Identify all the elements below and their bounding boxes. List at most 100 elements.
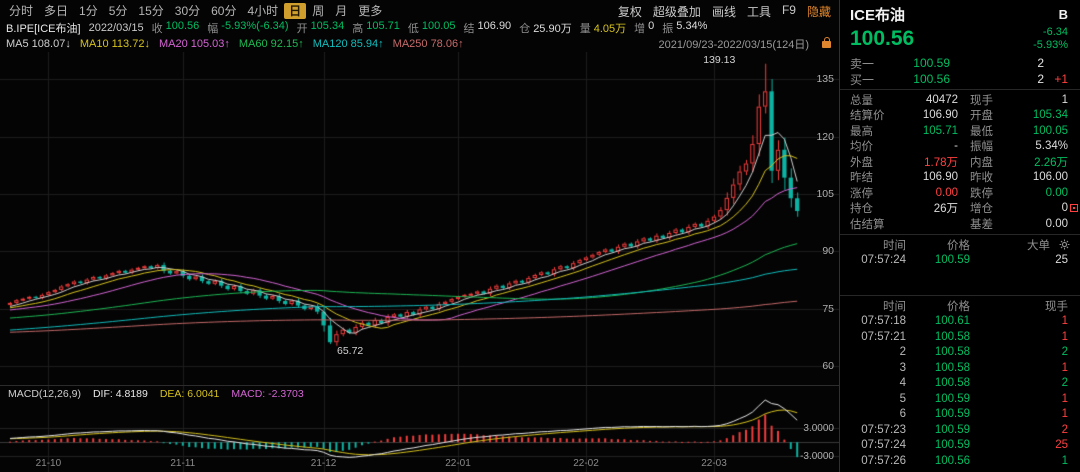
tick-row: 07:57:23 100.59 2	[840, 422, 1080, 438]
ma-item: MA20 105.03↑	[158, 38, 230, 50]
stat-label: 涨停	[850, 187, 873, 200]
tick-price: 100.59	[934, 439, 970, 452]
field-value: 4.05万	[593, 23, 627, 35]
ma-item: MA5 108.07↓	[6, 38, 71, 50]
mini-chart-icon[interactable]	[1070, 203, 1078, 212]
price-axis-label: 105	[816, 188, 834, 201]
tick-price: 100.61	[934, 315, 970, 328]
stat-label: 均价	[850, 141, 873, 154]
tick-row: 07:57:21 100.58 1	[840, 329, 1080, 345]
tool-工具[interactable]: 工具	[747, 3, 771, 20]
stat-label: 增仓	[970, 203, 993, 216]
field-value: 100.56	[165, 20, 200, 32]
tick-list[interactable]: 07:57:18 100.61 1 07:57:21 100.58 1 2 100.58 2 3 1…	[840, 314, 1080, 472]
lock-icon[interactable]	[822, 36, 831, 48]
big-order-rows: 07:57:24 100.59 25	[840, 253, 1080, 293]
trading-app: 分时 多日 1分 5分 15分 30分 60分 4小时日周月更多 复权 超级叠加 画线 工具 F9 隐藏…	[0, 0, 1080, 472]
quote-panel: ICE布油 B 100.56 -6.34 -5.93% 卖一 100.59 2 买一 1…	[840, 0, 1080, 472]
period-tab-周[interactable]: 周	[307, 3, 329, 19]
big-order-row: 07:57:24 100.59 25	[840, 253, 1080, 269]
ma-item: MA60 92.15↑	[238, 38, 304, 50]
infobar: B.IPE[ICE布油] 2022/03/15 收 100.56 幅 -5.93%(-…	[0, 20, 839, 36]
toolbar: 分时 多日 1分 5分 15分 30分 60分 4小时日周月更多 复权 超级叠加 画线 工具 F9 隐藏	[0, 0, 839, 20]
stat-value: -	[954, 140, 958, 153]
price-chart-canvas[interactable]	[0, 52, 839, 385]
ma-item: MA120 85.94↑	[312, 38, 384, 50]
stat-label: 外盘	[850, 156, 873, 169]
tool-超级叠加[interactable]: 超级叠加	[653, 3, 701, 20]
stat-value: 106.90	[922, 171, 958, 184]
period-tab-5分[interactable]: 5分	[104, 3, 133, 19]
tick-lots: 2	[1061, 346, 1068, 359]
panel-price-block: 100.56 -6.34 -5.93%	[840, 25, 1080, 55]
period-tab-多日[interactable]: 多日	[39, 3, 73, 19]
field-label: 仓	[519, 23, 531, 35]
quote-delta: +1	[1054, 72, 1068, 86]
tick-row: 2 100.58 2	[840, 345, 1080, 361]
date-range: 2021/09/23-2022/03/15(124日)	[658, 39, 809, 51]
period-tab-4小时[interactable]: 4小时	[242, 3, 283, 19]
period-tab-分时[interactable]: 分时	[4, 3, 38, 19]
tool-复权[interactable]: 复权	[618, 3, 642, 20]
stat-row: 外盘 1.78万 内盘 2.26万	[840, 154, 1080, 170]
field-label: 高	[352, 23, 364, 35]
ma-row: MA5 108.07↓ MA10 113.72↓ MA20 105.03↑ MA60 …	[0, 36, 839, 52]
price-change: -6.34 -5.93%	[1033, 26, 1068, 52]
tick-price: 100.59	[934, 423, 970, 436]
tick-lots: 1	[1061, 392, 1068, 405]
period-tab-30分[interactable]: 30分	[170, 3, 205, 19]
price-axis-label: 75	[822, 302, 834, 315]
field-value: -5.93%(-6.34)	[221, 20, 289, 32]
time-axis-label: 21-12	[310, 458, 337, 469]
divider	[840, 233, 1080, 235]
period-tab-1分[interactable]: 1分	[74, 3, 103, 19]
period-tab-60分[interactable]: 60分	[206, 3, 241, 19]
stat-value: 1.78万	[924, 156, 958, 169]
stat-rows: 总量 40472 现手 1 结算价 106.90 开盘 105.34 最高 105.71 最低 100…	[840, 92, 1080, 232]
period-tab-日[interactable]: 日	[284, 3, 307, 19]
tick-price: 100.59	[934, 392, 970, 405]
macd-dif-value: DIF: 4.8189	[92, 388, 148, 400]
time-axis-label: 21-11	[170, 458, 196, 469]
stat-label: 最低	[970, 125, 993, 138]
tick-lots: 1	[1061, 330, 1068, 343]
period-tab-月[interactable]: 月	[330, 3, 352, 19]
stat-label: 总量	[850, 94, 873, 107]
stat-row: 均价 - 振幅 5.34%	[840, 139, 1080, 155]
stat-row: 估结算 基差 0.00	[840, 216, 1080, 232]
ohlc-field: 仓 25.90万	[519, 20, 572, 36]
tool-F9[interactable]: F9	[782, 3, 796, 20]
quote-label: 卖一	[850, 56, 875, 71]
stat-row: 昨结 106.90 昨收 106.00	[840, 170, 1080, 186]
settings-gear-icon[interactable]	[1059, 239, 1070, 250]
stat-value: 0	[1061, 202, 1068, 215]
stat-value: 105.34	[1032, 109, 1068, 122]
tick-row: 3 100.58 1	[840, 360, 1080, 376]
ohlc-field: 低 100.05	[408, 20, 456, 36]
stat-row: 总量 40472 现手 1	[840, 92, 1080, 108]
period-tab-更多[interactable]: 更多	[353, 3, 387, 19]
tick-row: 4 100.58 2	[840, 376, 1080, 392]
period-tab-15分[interactable]: 15分	[133, 3, 168, 19]
time-axis-label: 21-10	[35, 458, 62, 469]
tool-画线[interactable]: 画线	[712, 3, 736, 20]
field-value: 100.05	[421, 20, 456, 32]
tick-lots: 1	[1061, 454, 1068, 467]
tick-time: 5	[899, 392, 906, 405]
tick-price: 100.58	[934, 330, 970, 343]
ohlc-field: 开 105.34	[297, 20, 345, 36]
ohlc-field: 振 5.34%	[662, 20, 707, 36]
stat-value: 0.00	[1045, 217, 1068, 230]
price-axis-label: 90	[822, 245, 834, 258]
time-axis-label: 22-03	[701, 458, 727, 469]
tick-time: 07:57:23	[861, 423, 906, 436]
ask-row: 卖一 100.59 2	[840, 55, 1080, 71]
period-tabs: 分时 多日 1分 5分 15分 30分 60分 4小时日周月更多	[4, 3, 387, 19]
tick-time: 4	[899, 377, 906, 390]
tick-time: 07:57:18	[861, 315, 906, 328]
chart-area: 分时 多日 1分 5分 15分 30分 60分 4小时日周月更多 复权 超级叠加 画线 工具 F9 隐藏…	[0, 0, 840, 472]
ohlc-field: 量 4.05万	[580, 20, 626, 36]
macd-legend: MACD(12,26,9) DIF: 4.8189 DEA: 6.0041 MA…	[8, 388, 304, 400]
quote-lots: 2	[1037, 72, 1044, 86]
hide-panel-button[interactable]: 隐藏	[807, 3, 831, 20]
